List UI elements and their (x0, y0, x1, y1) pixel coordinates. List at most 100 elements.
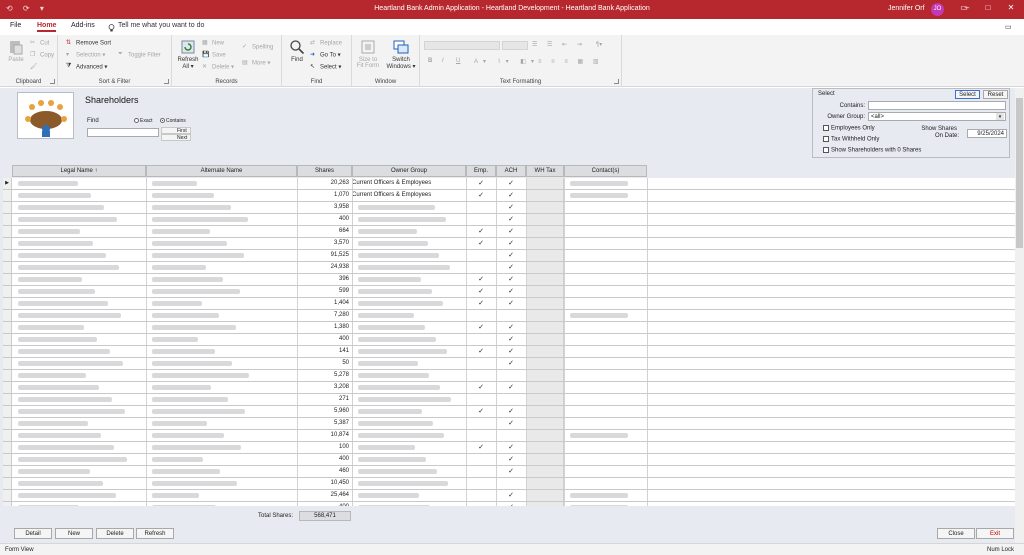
record-selector[interactable] (3, 442, 12, 453)
wh-tax-checkbox-cell[interactable] (526, 178, 564, 189)
owner-group-cell[interactable] (352, 274, 466, 285)
owner-group-cell[interactable] (352, 286, 466, 297)
contacts-cell[interactable] (564, 490, 647, 501)
radio-contains[interactable]: Contains (160, 118, 186, 124)
legal-name-cell[interactable] (12, 322, 146, 333)
emp-checkbox-cell[interactable] (466, 310, 496, 321)
contacts-cell[interactable] (564, 286, 647, 297)
table-row[interactable]: 141 ✓ ✓ (3, 346, 1015, 358)
find-first-button[interactable]: First (161, 127, 191, 134)
table-row[interactable]: 1,404 ✓ ✓ (3, 298, 1015, 310)
shares-cell[interactable]: 24,938 (297, 262, 352, 273)
column-header-emp[interactable]: Emp. (466, 165, 496, 177)
font-name-select[interactable] (424, 41, 500, 50)
alternate-name-cell[interactable] (146, 490, 297, 501)
collapse-ribbon-icon[interactable]: ▭ (1005, 23, 1012, 31)
legal-name-cell[interactable] (12, 442, 146, 453)
shares-cell[interactable]: 460 (297, 466, 352, 477)
legal-name-cell[interactable] (12, 382, 146, 393)
record-selector[interactable] (3, 238, 12, 249)
ach-checkbox-cell[interactable] (496, 310, 526, 321)
record-selector[interactable] (3, 322, 12, 333)
save-record-button[interactable]: 💾 Save (202, 51, 226, 59)
wh-tax-checkbox-cell[interactable] (526, 394, 564, 405)
record-selector[interactable] (3, 298, 12, 309)
owner-group-cell[interactable] (352, 238, 466, 249)
owner-group-cell[interactable] (352, 418, 466, 429)
emp-checkbox-cell[interactable]: ✓ (466, 346, 496, 357)
table-row[interactable]: 664 ✓ ✓ (3, 226, 1015, 238)
legal-name-cell[interactable] (12, 334, 146, 345)
on-date-input[interactable]: 9/25/2024 (967, 129, 1007, 138)
wh-tax-checkbox-cell[interactable] (526, 418, 564, 429)
ach-checkbox-cell[interactable]: ✓ (496, 202, 526, 213)
owner-group-select[interactable]: <all> ▾ (868, 112, 1006, 121)
wh-tax-checkbox-cell[interactable] (526, 226, 564, 237)
tab-home[interactable]: Home (37, 22, 57, 32)
shares-cell[interactable]: 5,387 (297, 418, 352, 429)
clipboard-launcher-icon[interactable] (50, 79, 55, 84)
vertical-scrollbar[interactable] (1015, 88, 1024, 543)
close-window-button[interactable]: ✕ (1005, 3, 1017, 15)
ach-checkbox-cell[interactable]: ✓ (496, 178, 526, 189)
owner-group-cell[interactable] (352, 346, 466, 357)
delete-record-button[interactable]: ✕ Delete ▾ (202, 63, 234, 71)
wh-tax-checkbox-cell[interactable] (526, 298, 564, 309)
legal-name-cell[interactable] (12, 298, 146, 309)
remove-sort-button[interactable]: ⇅ Remove Sort (66, 39, 111, 47)
emp-checkbox-cell[interactable]: ✓ (466, 382, 496, 393)
emp-checkbox-cell[interactable]: ✓ (466, 442, 496, 453)
record-selector[interactable] (3, 490, 12, 501)
shares-cell[interactable]: 91,525 (297, 250, 352, 261)
emp-checkbox-cell[interactable]: ✓ (466, 190, 496, 201)
table-row[interactable]: 10,450 (3, 478, 1015, 490)
contacts-cell[interactable] (564, 454, 647, 465)
legal-name-cell[interactable] (12, 466, 146, 477)
alternate-name-cell[interactable] (146, 394, 297, 405)
emp-checkbox-cell[interactable] (466, 478, 496, 489)
ach-checkbox-cell[interactable]: ✓ (496, 466, 526, 477)
owner-group-cell[interactable] (352, 322, 466, 333)
wh-tax-checkbox-cell[interactable] (526, 322, 564, 333)
shares-cell[interactable]: 10,450 (297, 478, 352, 489)
owner-group-cell[interactable] (352, 478, 466, 489)
ach-checkbox-cell[interactable]: ✓ (496, 418, 526, 429)
alternate-name-cell[interactable] (146, 382, 297, 393)
shares-cell[interactable]: 599 (297, 286, 352, 297)
tab-addins[interactable]: Add-ins (71, 22, 95, 29)
wh-tax-checkbox-cell[interactable] (526, 430, 564, 441)
wh-tax-checkbox-cell[interactable] (526, 214, 564, 225)
contacts-cell[interactable] (564, 430, 647, 441)
switch-windows-button[interactable]: Switch Windows ▾ (386, 39, 416, 70)
ach-checkbox-cell[interactable]: ✓ (496, 346, 526, 357)
shares-cell[interactable]: 5,960 (297, 406, 352, 417)
table-row[interactable]: 5,278 (3, 370, 1015, 382)
goto-button[interactable]: ➜ Go To ▾ (310, 51, 341, 59)
ach-checkbox-cell[interactable] (496, 478, 526, 489)
wh-tax-checkbox-cell[interactable] (526, 442, 564, 453)
alternate-name-cell[interactable] (146, 190, 297, 201)
contacts-cell[interactable] (564, 226, 647, 237)
ach-checkbox-cell[interactable]: ✓ (496, 442, 526, 453)
table-row[interactable]: 7,280 (3, 310, 1015, 322)
emp-checkbox-cell[interactable] (466, 250, 496, 261)
ach-checkbox-cell[interactable] (496, 394, 526, 405)
wh-tax-checkbox-cell[interactable] (526, 406, 564, 417)
format-painter-button[interactable]: 🖌 (30, 63, 40, 71)
contacts-cell[interactable] (564, 358, 647, 369)
spelling-button[interactable]: ✓ Spelling (242, 43, 273, 51)
contains-input[interactable] (868, 101, 1006, 110)
shares-cell[interactable]: 3,570 (297, 238, 352, 249)
column-header-shares[interactable]: Shares (297, 165, 352, 177)
shares-cell[interactable]: 20,263 (297, 178, 352, 189)
close-button[interactable]: Close (937, 528, 975, 539)
wh-tax-checkbox-cell[interactable] (526, 286, 564, 297)
legal-name-cell[interactable] (12, 238, 146, 249)
alternate-name-cell[interactable] (146, 334, 297, 345)
ach-checkbox-cell[interactable]: ✓ (496, 226, 526, 237)
alternate-name-cell[interactable] (146, 202, 297, 213)
record-selector[interactable] (3, 262, 12, 273)
tab-file[interactable]: File (10, 22, 21, 29)
table-row[interactable]: 1,070 Current Officers & Employees ✓ ✓ (3, 190, 1015, 202)
shares-cell[interactable]: 1,070 (297, 190, 352, 201)
